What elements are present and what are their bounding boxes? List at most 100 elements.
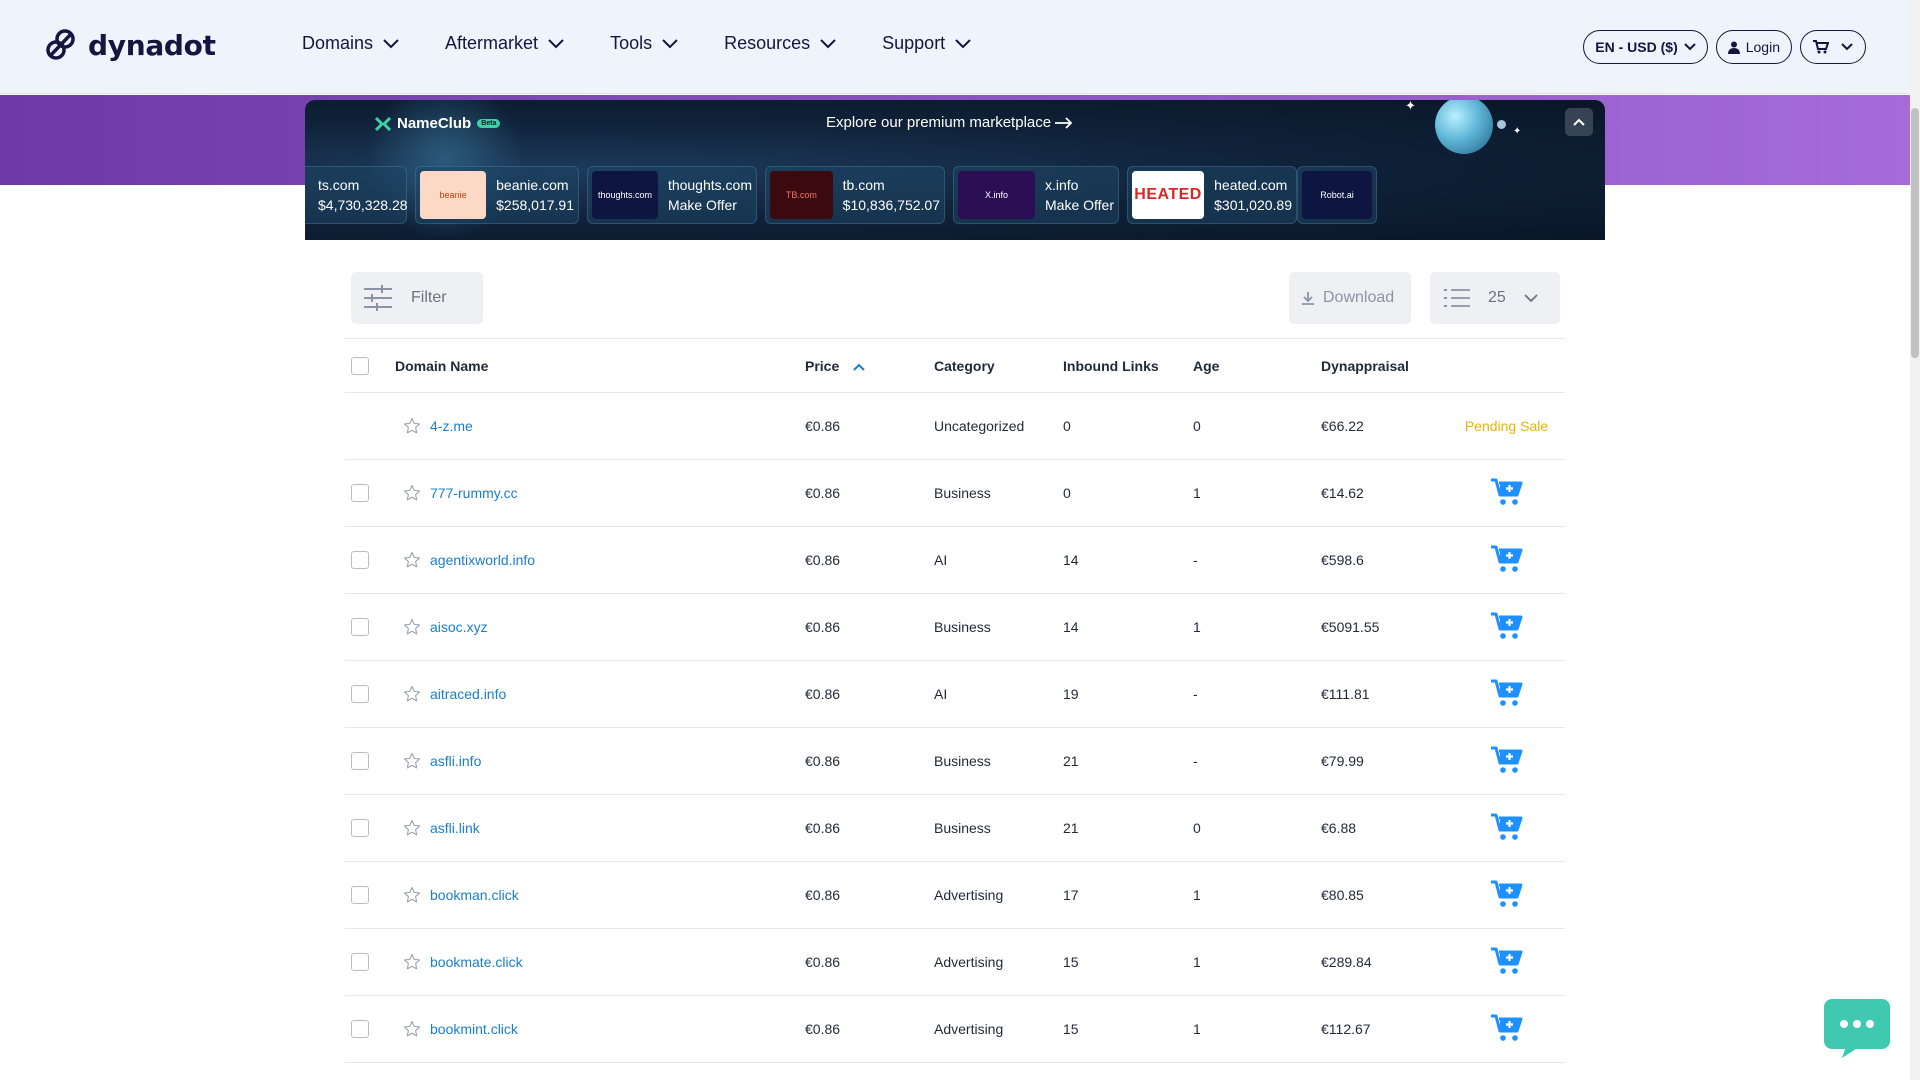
card-price: $4,730,328.28 xyxy=(318,197,408,213)
star-icon[interactable] xyxy=(403,417,421,435)
table-row: bookman.click €0.86 Advertising 17 1 €80.85 xyxy=(345,862,1565,929)
nameclub-logo[interactable]: NameClub Beta xyxy=(375,115,501,132)
domain-link[interactable]: asfli.info xyxy=(430,753,481,769)
row-checkbox[interactable] xyxy=(351,953,369,972)
add-to-cart-button[interactable] xyxy=(1490,946,1524,979)
appraisal-cell: €6.88 xyxy=(1321,820,1357,836)
page-size-selector[interactable]: 25 xyxy=(1430,272,1560,324)
live-chat-button[interactable] xyxy=(1822,997,1892,1059)
card-domain: beanie.com xyxy=(496,177,569,193)
column-inbound-links[interactable]: Inbound Links xyxy=(1063,339,1193,393)
add-to-cart-button[interactable] xyxy=(1490,477,1524,510)
star-icon[interactable] xyxy=(403,618,421,636)
collapse-banner-button[interactable] xyxy=(1565,108,1593,136)
marketplace-card[interactable]: TB.com tb.com $10,836,752.07 xyxy=(765,166,945,224)
beta-badge: Beta xyxy=(477,119,501,128)
nav-resources[interactable]: Resources xyxy=(724,33,836,54)
dynadot-logo[interactable]: dynadot xyxy=(44,28,216,62)
login-button[interactable]: Login xyxy=(1715,30,1792,64)
inbound-links-cell: 17 xyxy=(1063,887,1079,903)
domain-link[interactable]: asfli.link xyxy=(430,820,480,836)
marketplace-card[interactable]: beanie beanie.com $258,017.91 xyxy=(415,166,579,224)
row-checkbox[interactable] xyxy=(351,618,369,637)
download-button[interactable]: Download xyxy=(1289,272,1411,324)
filter-button[interactable]: Filter xyxy=(351,272,483,324)
inbound-links-cell: 14 xyxy=(1063,619,1079,635)
domain-link[interactable]: bookman.click xyxy=(430,887,519,903)
domain-link[interactable]: 4-z.me xyxy=(430,418,473,434)
nav-aftermarket[interactable]: Aftermarket xyxy=(445,33,564,54)
domain-link[interactable]: 777-rummy.cc xyxy=(430,485,518,501)
domain-link[interactable]: aitraced.info xyxy=(430,686,506,702)
domain-link[interactable]: bookmate.click xyxy=(430,954,523,970)
table-row: 777-rummy.cc €0.86 Business 0 1 €14.62 xyxy=(345,460,1565,527)
marketplace-card[interactable]: ts.com $4,730,328.28 xyxy=(305,166,408,224)
star-icon[interactable] xyxy=(403,752,421,770)
pending-sale-status: Pending Sale xyxy=(1464,418,1549,434)
category-cell: Advertising xyxy=(934,954,1004,970)
add-to-cart-button[interactable] xyxy=(1490,745,1524,778)
column-domain-name[interactable]: Domain Name xyxy=(395,339,805,393)
thumbnail-label: HEATED xyxy=(1134,186,1202,203)
scrollbar-thumb[interactable] xyxy=(1911,108,1919,358)
column-category[interactable]: Category xyxy=(934,339,1063,393)
card-text: x.info Make Offer xyxy=(1045,175,1114,215)
domain-link[interactable]: aisoc.xyz xyxy=(430,619,488,635)
card-text: heated.com $301,020.89 xyxy=(1214,175,1292,215)
column-age[interactable]: Age xyxy=(1193,339,1321,393)
table-row: bookmate.click €0.86 Advertising 15 1 €289.84 xyxy=(345,929,1565,996)
row-checkbox[interactable] xyxy=(351,819,369,838)
page-scrollbar[interactable] xyxy=(1910,0,1920,1080)
marketplace-card[interactable]: thoughts.com thoughts.com Make Offer xyxy=(587,166,757,224)
thumbnail-label: TB.com xyxy=(785,190,817,200)
nav-label: Aftermarket xyxy=(445,33,539,53)
sparkle-icon: ✦ xyxy=(1405,100,1416,113)
table-row: bookmint.click €0.86 Advertising 15 1 €112.67 xyxy=(345,996,1565,1063)
star-icon[interactable] xyxy=(403,886,421,904)
column-price[interactable]: Price xyxy=(805,339,934,393)
star-icon[interactable] xyxy=(403,819,421,837)
add-to-cart-button[interactable] xyxy=(1490,1013,1524,1046)
row-checkbox[interactable] xyxy=(351,886,369,905)
star-icon[interactable] xyxy=(403,551,421,569)
nav-domains[interactable]: Domains xyxy=(302,33,399,54)
nameclub-icon xyxy=(375,116,391,131)
marketplace-card[interactable]: X.info x.info Make Offer xyxy=(953,166,1119,224)
language-currency-selector[interactable]: EN - USD ($) xyxy=(1583,30,1708,64)
add-to-cart-button[interactable] xyxy=(1490,812,1524,845)
add-to-cart-button[interactable] xyxy=(1490,678,1524,711)
marketplace-card[interactable]: HEATED heated.com $301,020.89 xyxy=(1127,166,1297,224)
domain-link[interactable]: bookmint.click xyxy=(430,1021,518,1037)
category-cell: Uncategorized xyxy=(934,418,1025,434)
column-dynappraisal[interactable]: Dynappraisal xyxy=(1321,339,1448,393)
card-domain: thoughts.com xyxy=(667,177,752,193)
star-icon[interactable] xyxy=(403,1020,421,1038)
row-checkbox[interactable] xyxy=(351,1020,369,1039)
nav-support[interactable]: Support xyxy=(882,33,971,54)
star-icon[interactable] xyxy=(403,685,421,703)
nav-label: Support xyxy=(882,33,946,53)
select-all-checkbox[interactable] xyxy=(351,356,369,375)
row-action-cell xyxy=(1448,996,1565,1063)
row-checkbox[interactable] xyxy=(351,484,369,503)
card-text: ts.com $4,730,328.28 xyxy=(318,175,408,215)
add-to-cart-button[interactable] xyxy=(1490,879,1524,912)
marketplace-card[interactable]: Robot.ai xyxy=(1297,166,1377,224)
nav-tools[interactable]: Tools xyxy=(610,33,678,54)
row-checkbox[interactable] xyxy=(351,551,369,570)
cart-menu-button[interactable] xyxy=(1800,30,1866,64)
chevron-down-icon xyxy=(1841,43,1853,51)
cart-icon xyxy=(1813,40,1829,54)
chevron-down-icon xyxy=(383,38,399,48)
appraisal-cell: €66.22 xyxy=(1321,418,1364,434)
row-checkbox[interactable] xyxy=(351,685,369,704)
add-to-cart-button[interactable] xyxy=(1490,611,1524,644)
chevron-down-icon xyxy=(1684,43,1696,51)
explore-marketplace-link[interactable]: Explore our premium marketplace xyxy=(826,114,1073,131)
add-to-cart-button[interactable] xyxy=(1490,544,1524,577)
row-checkbox[interactable] xyxy=(351,752,369,771)
star-icon[interactable] xyxy=(403,484,421,502)
filter-label: Filter xyxy=(411,289,447,306)
domain-link[interactable]: agentixworld.info xyxy=(430,552,535,568)
star-icon[interactable] xyxy=(403,953,421,971)
